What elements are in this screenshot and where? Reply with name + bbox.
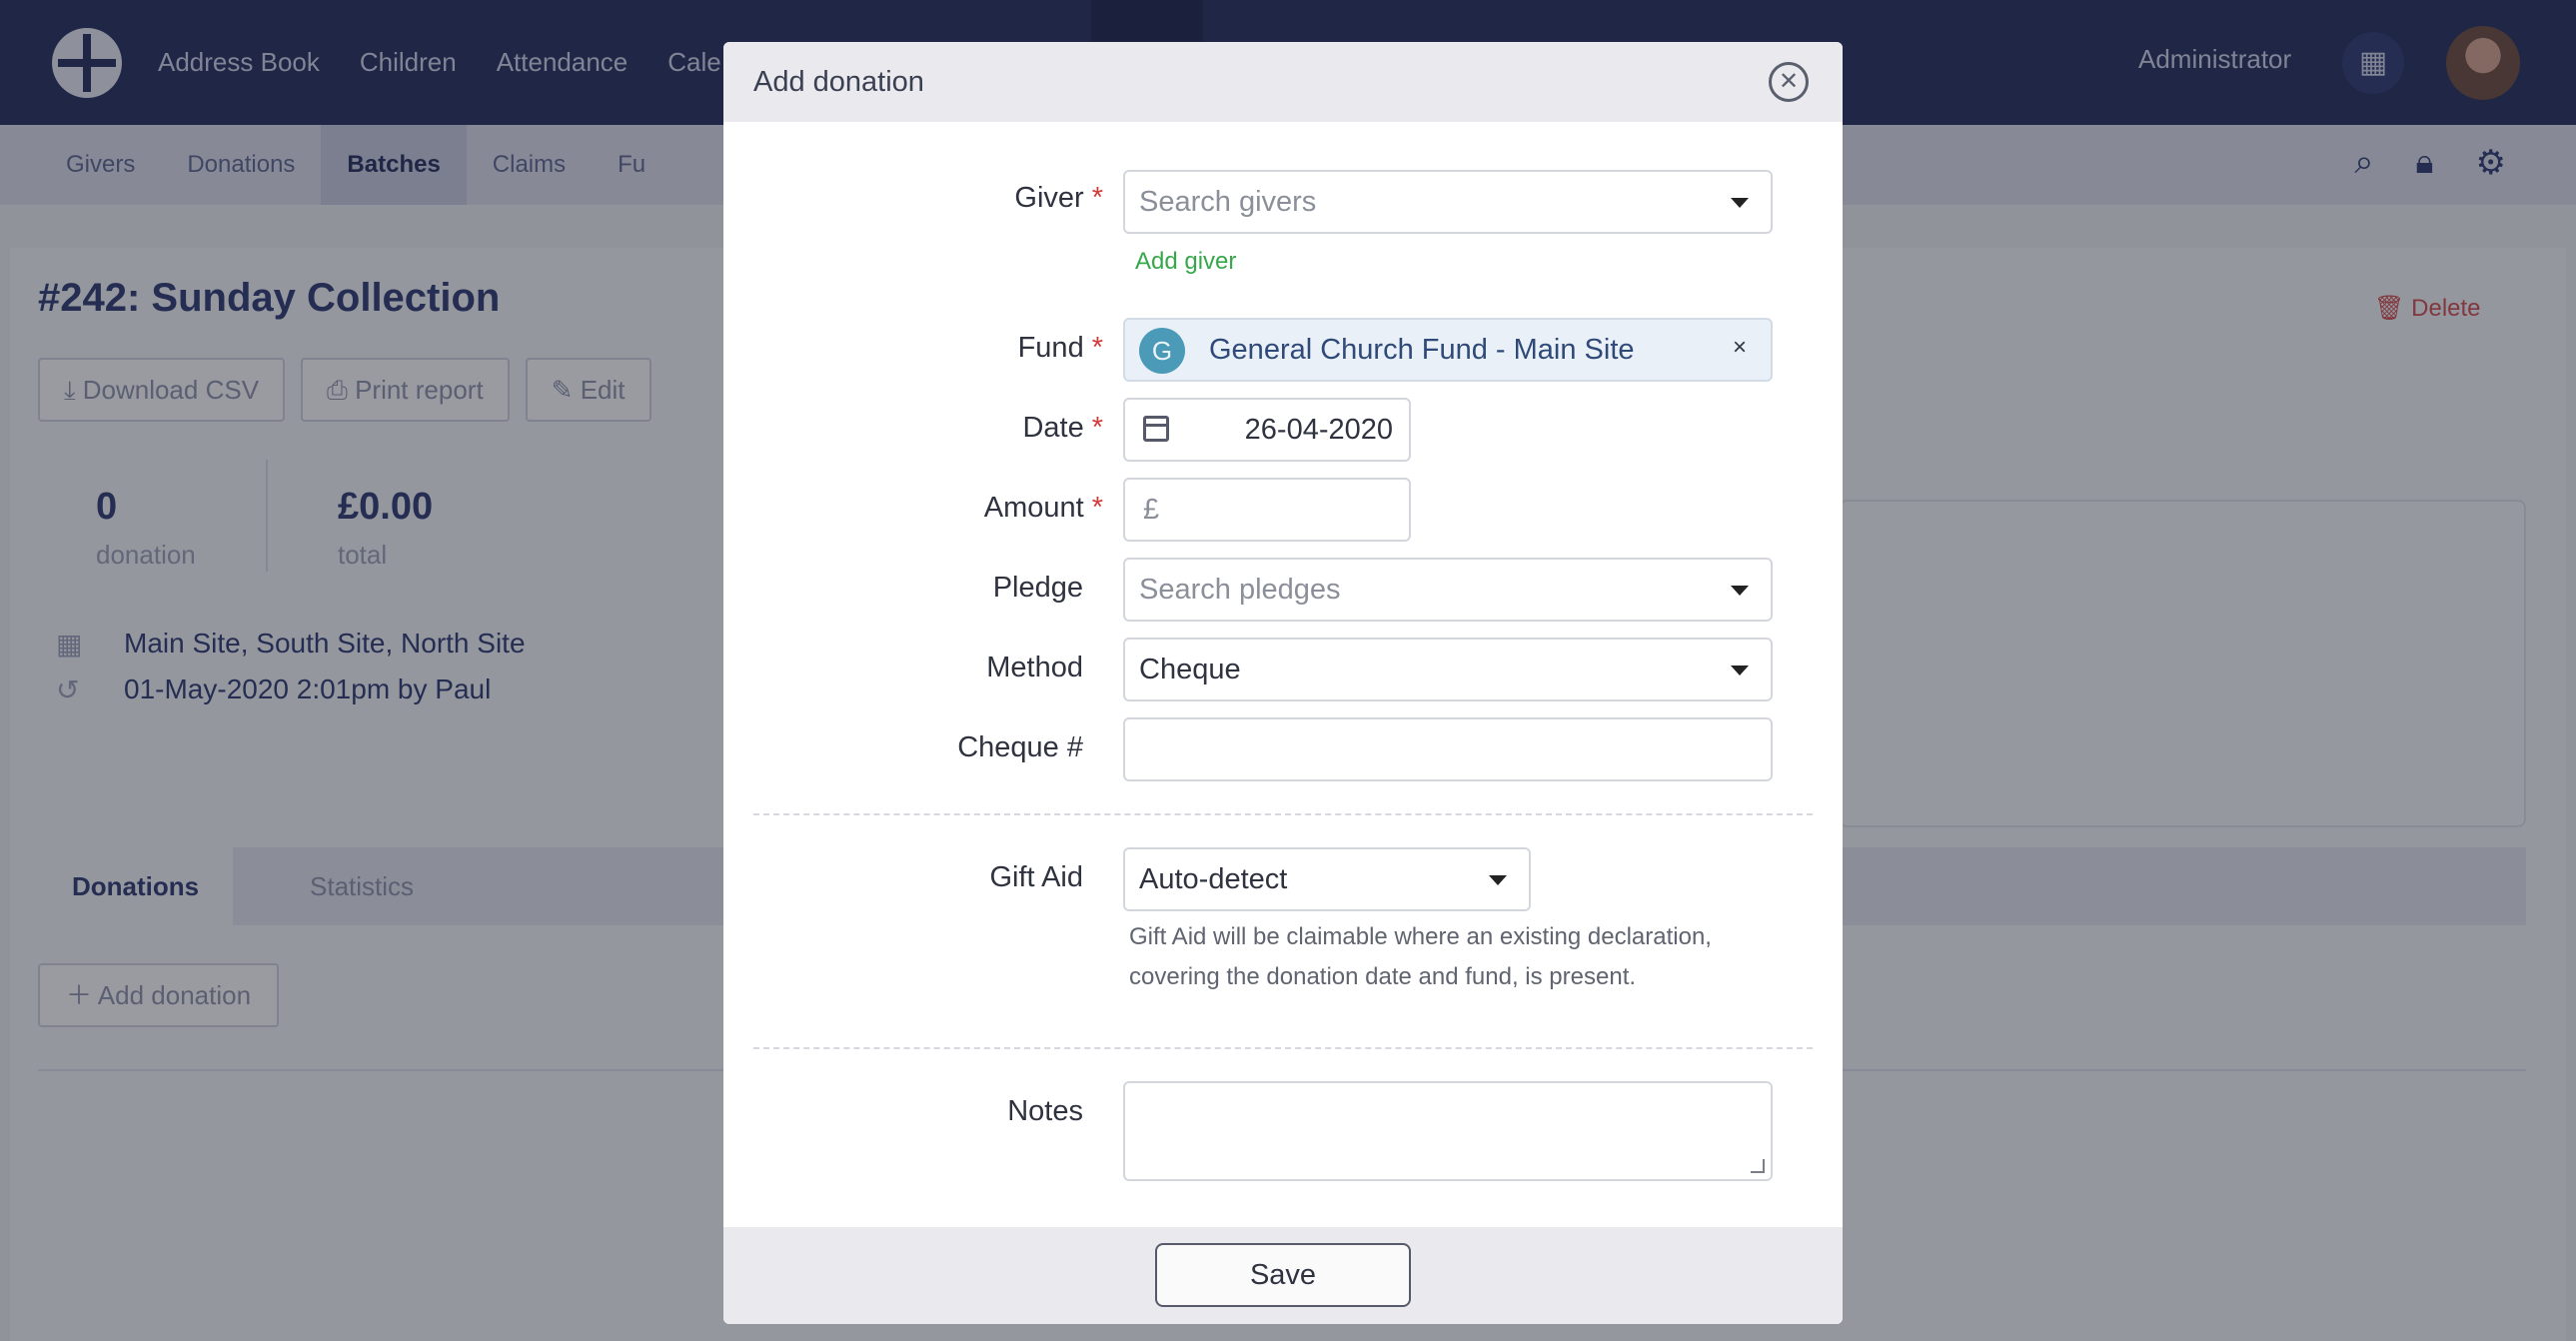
fund-label: Fund *: [853, 332, 1103, 365]
chevron-down-icon: [1489, 875, 1507, 885]
chevron-down-icon: [1731, 586, 1749, 596]
gift-aid-value: Auto-detect: [1139, 863, 1288, 895]
giver-label: Giver *: [853, 182, 1103, 215]
date-label-text: Date: [1022, 412, 1084, 444]
amount-label-text: Amount: [983, 492, 1084, 524]
dialog-footer: Save: [723, 1227, 1843, 1324]
add-donation-dialog: Add donation ✕ Giver * Search givers Add …: [723, 42, 1843, 1324]
dialog-header: Add donation ✕: [723, 42, 1843, 122]
giver-placeholder: Search givers: [1139, 186, 1317, 218]
save-button[interactable]: Save: [1155, 1243, 1411, 1307]
date-value: 26-04-2020: [1244, 414, 1393, 446]
cheque-number-input[interactable]: [1123, 717, 1773, 781]
giver-select[interactable]: Search givers: [1123, 170, 1773, 234]
gift-aid-help-text: Gift Aid will be claimable where an exis…: [1129, 923, 1712, 990]
required-marker: *: [1091, 182, 1103, 214]
section-divider: [753, 1047, 1813, 1049]
calendar-icon[interactable]: [1143, 416, 1169, 442]
date-label: Date *: [853, 412, 1103, 445]
notes-label: Notes: [1007, 1095, 1083, 1127]
add-giver-link[interactable]: Add giver: [1135, 248, 1236, 276]
required-marker: *: [1091, 332, 1103, 364]
amount-label: Amount *: [853, 492, 1103, 525]
close-icon[interactable]: ✕: [1769, 62, 1809, 102]
amount-field[interactable]: £: [1123, 478, 1411, 542]
resize-handle-icon[interactable]: [1751, 1159, 1765, 1173]
method-value: Cheque: [1139, 654, 1241, 685]
fund-select[interactable]: G General Church Fund - Main Site ×: [1123, 318, 1773, 382]
chevron-down-icon: [1731, 198, 1749, 208]
date-field[interactable]: 26-04-2020: [1123, 398, 1411, 462]
section-divider: [753, 813, 1813, 815]
dialog-title: Add donation: [753, 66, 924, 98]
pledge-select[interactable]: Search pledges: [1123, 558, 1773, 622]
fund-avatar: G: [1139, 328, 1185, 374]
method-select[interactable]: Cheque: [1123, 638, 1773, 701]
fund-selected-value: General Church Fund - Main Site: [1209, 334, 1635, 366]
remove-fund-icon[interactable]: ×: [1733, 334, 1747, 362]
pledge-label: Pledge: [992, 572, 1083, 604]
method-label: Method: [986, 652, 1083, 683]
required-marker: *: [1091, 492, 1103, 524]
fund-label-text: Fund: [1017, 332, 1084, 364]
cheque-number-label: Cheque #: [957, 731, 1083, 763]
required-marker: *: [1091, 412, 1103, 444]
gift-aid-select[interactable]: Auto-detect: [1123, 847, 1531, 911]
pledge-placeholder: Search pledges: [1139, 574, 1341, 606]
notes-textarea[interactable]: [1123, 1081, 1773, 1181]
currency-symbol: £: [1143, 494, 1160, 526]
chevron-down-icon: [1731, 666, 1749, 675]
gift-aid-label: Gift Aid: [989, 861, 1084, 893]
giver-label-text: Giver: [1014, 182, 1084, 214]
